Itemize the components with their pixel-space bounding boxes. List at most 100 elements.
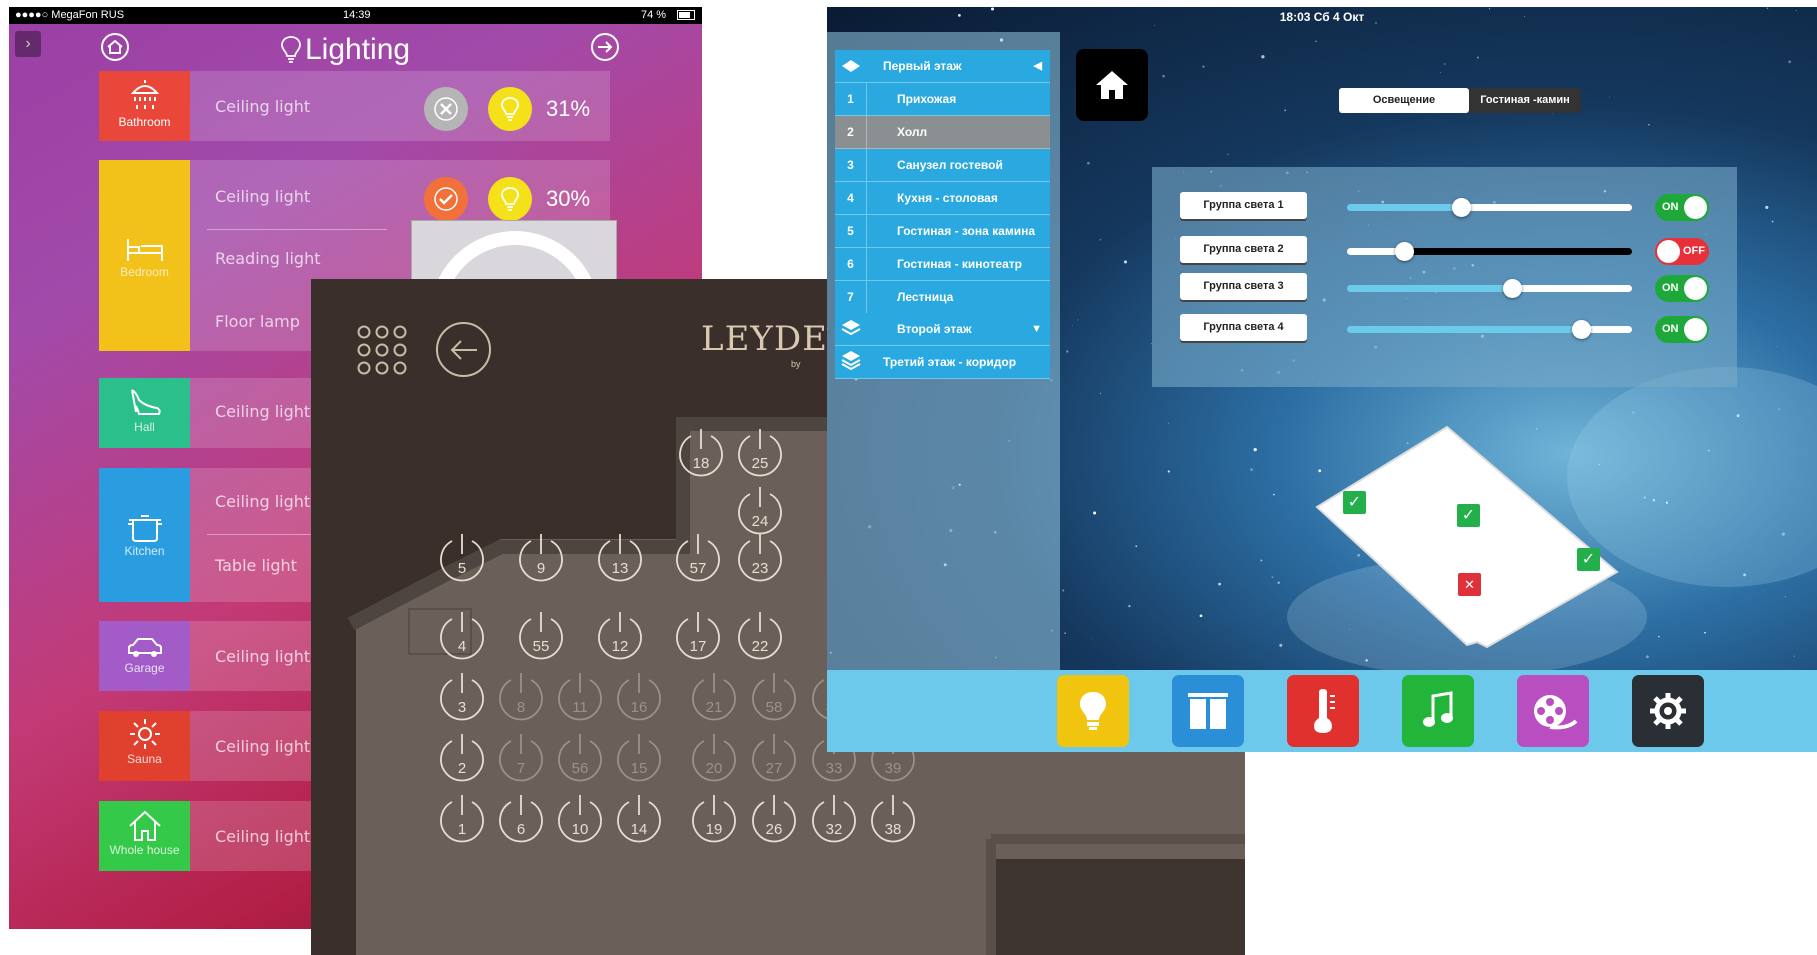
off-button[interactable]: [424, 87, 468, 131]
home-button[interactable]: [101, 33, 129, 61]
light-switch-22[interactable]: 22: [735, 610, 785, 660]
toggle-state: ON: [1662, 201, 1679, 213]
light-on-marker[interactable]: ✓: [1577, 548, 1600, 571]
group-toggle-3[interactable]: ON: [1655, 275, 1709, 302]
on-button[interactable]: [424, 177, 468, 221]
tab-room[interactable]: Гостиная -камин: [1469, 88, 1581, 113]
room-name: Кухня - столовая: [897, 191, 998, 205]
media-button[interactable]: [1517, 675, 1589, 747]
light-switch-23[interactable]: 23: [735, 532, 785, 582]
expand-sidebar-button[interactable]: ›: [15, 31, 41, 57]
group-button-3[interactable]: Группа света 3: [1180, 273, 1307, 300]
tile-bedroom[interactable]: Bedroom: [99, 160, 190, 351]
curtains-button[interactable]: [1172, 675, 1244, 747]
room-item-7[interactable]: 7 Лестница: [835, 281, 1050, 314]
light-switch-25[interactable]: 25: [735, 427, 785, 477]
music-button[interactable]: [1402, 675, 1474, 747]
room-number: 2: [835, 116, 867, 148]
tile-whole-house[interactable]: Whole house: [99, 801, 190, 871]
light-switch-19[interactable]: 19: [689, 793, 739, 843]
room-item-5[interactable]: 5 Гостиная - зона камина: [835, 215, 1050, 248]
light-groups-panel: Группа света 1 ON Группа света 2 OFF Группа …: [1152, 167, 1737, 387]
bulb-toggle-button[interactable]: [488, 177, 532, 221]
light-switch-20[interactable]: 20: [689, 732, 739, 782]
light-on-marker[interactable]: ✓: [1457, 504, 1480, 527]
light-switch-56[interactable]: 56: [555, 732, 605, 782]
light-switch-7[interactable]: 7: [496, 732, 546, 782]
light-switch-6[interactable]: 6: [496, 793, 546, 843]
light-switch-38[interactable]: 38: [868, 793, 918, 843]
room-item-4[interactable]: 4 Кухня - столовая: [835, 182, 1050, 215]
light-switch-12[interactable]: 12: [595, 610, 645, 660]
climate-button[interactable]: [1287, 675, 1359, 747]
group-slider-4[interactable]: [1347, 320, 1632, 339]
light-switch-9[interactable]: 9: [516, 532, 566, 582]
tile-kitchen[interactable]: Kitchen: [99, 468, 190, 602]
group-slider-3[interactable]: [1347, 279, 1632, 298]
tile-garage[interactable]: Garage: [99, 621, 190, 691]
light-switch-58[interactable]: 58: [749, 671, 799, 721]
light-switch-14[interactable]: 14: [614, 793, 664, 843]
light-label: Table light: [215, 556, 297, 575]
room-item-6[interactable]: 6 Гостиная - кинотеатр: [835, 248, 1050, 281]
light-on-marker[interactable]: ✓: [1343, 491, 1366, 514]
light-switch-55[interactable]: 55: [516, 610, 566, 660]
light-switch-3[interactable]: 3: [437, 671, 487, 721]
light-switch-17[interactable]: 17: [673, 610, 723, 660]
light-switch-15[interactable]: 15: [614, 732, 664, 782]
light-switch-13[interactable]: 13: [595, 532, 645, 582]
light-label: Ceiling light: [215, 737, 311, 756]
group-toggle-1[interactable]: ON: [1655, 194, 1709, 221]
lighting-button[interactable]: [1057, 675, 1129, 747]
switch-number: 22: [751, 638, 769, 655]
light-off-marker[interactable]: ✕: [1458, 573, 1481, 596]
bulb-toggle-button[interactable]: [488, 87, 532, 131]
light-switch-32[interactable]: 32: [809, 793, 859, 843]
room-item-1[interactable]: 1 Прихожая: [835, 83, 1050, 116]
switch-number: 39: [884, 760, 902, 777]
light-switch-21[interactable]: 21: [689, 671, 739, 721]
settings-button[interactable]: [1632, 675, 1704, 747]
floor-label: Третий этаж - коридор: [883, 355, 1017, 369]
tile-bathroom[interactable]: Bathroom: [99, 71, 190, 141]
light-switch-10[interactable]: 10: [555, 793, 605, 843]
switch-number: 8: [516, 699, 526, 716]
light-switch-27[interactable]: 27: [749, 732, 799, 782]
light-switch-5[interactable]: 5: [437, 532, 487, 582]
group-toggle-4[interactable]: ON: [1655, 316, 1709, 343]
slider-knob[interactable]: [1452, 198, 1471, 217]
room-item-3[interactable]: 3 Санузел гостевой: [835, 149, 1050, 182]
light-switch-8[interactable]: 8: [496, 671, 546, 721]
arrow-right-icon: [598, 41, 613, 53]
group-button-2[interactable]: Группа света 2: [1180, 236, 1307, 263]
group-toggle-2[interactable]: OFF: [1655, 238, 1709, 265]
home-button[interactable]: [1076, 49, 1148, 121]
light-switch-11[interactable]: 11: [555, 671, 605, 721]
next-button[interactable]: [591, 33, 619, 61]
group-slider-2[interactable]: [1347, 242, 1632, 261]
slider-knob[interactable]: [1503, 279, 1522, 298]
floor-header-first[interactable]: Первый этаж ◀: [835, 50, 1050, 83]
light-switch-1[interactable]: 1: [437, 793, 487, 843]
slider-knob[interactable]: [1572, 320, 1591, 339]
floor-header-third[interactable]: Третий этаж - коридор: [835, 346, 1050, 379]
tile-hall[interactable]: Hall: [99, 378, 190, 448]
tab-lighting[interactable]: Освещение: [1339, 88, 1469, 113]
bulb-icon: [1080, 692, 1106, 730]
light-switch-2[interactable]: 2: [437, 732, 487, 782]
switch-number: 13: [611, 560, 629, 577]
light-switch-26[interactable]: 26: [749, 793, 799, 843]
group-slider-1[interactable]: [1347, 198, 1632, 217]
group-button-4[interactable]: Группа света 4: [1180, 314, 1307, 341]
switch-number: 21: [705, 699, 723, 716]
light-switch-16[interactable]: 16: [614, 671, 664, 721]
light-switch-24[interactable]: 24: [735, 485, 785, 535]
slider-knob[interactable]: [1395, 242, 1414, 261]
tile-sauna[interactable]: Sauna: [99, 711, 190, 781]
floor-header-second[interactable]: Второй этаж ▼: [835, 313, 1050, 346]
room-item-2[interactable]: 2 Холл: [835, 116, 1050, 149]
group-button-1[interactable]: Группа света 1: [1180, 192, 1307, 219]
light-switch-57[interactable]: 57: [673, 532, 723, 582]
light-switch-18[interactable]: 18: [676, 427, 726, 477]
light-switch-4[interactable]: 4: [437, 610, 487, 660]
